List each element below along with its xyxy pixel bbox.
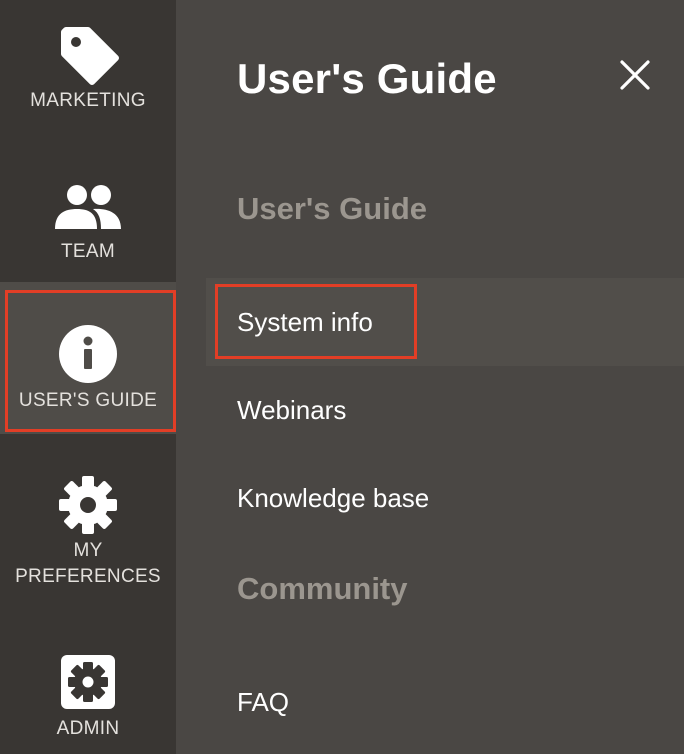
- gear-icon: [57, 474, 119, 536]
- menu-item-system-info[interactable]: System info: [206, 278, 684, 366]
- sidebar-item-label: MARKETING: [30, 90, 146, 111]
- team-icon: [53, 183, 123, 231]
- menu-item-label: Knowledge base: [237, 482, 430, 513]
- menu-item-label: FAQ: [237, 686, 290, 717]
- close-button[interactable]: [618, 58, 652, 92]
- menu-item-webinars[interactable]: Webinars: [206, 366, 684, 454]
- sidebar-item-label: USER'S GUIDE: [18, 390, 158, 411]
- sidebar-item-team[interactable]: TEAM: [0, 150, 176, 282]
- close-icon: [620, 60, 650, 90]
- sidebar-item-label: TEAM: [61, 241, 115, 262]
- menu-item-faq[interactable]: FAQ: [206, 658, 684, 746]
- sidebar-item-label-line2: PREFERENCES: [15, 566, 161, 587]
- users-guide-panel: User's Guide User's Guide System info We…: [176, 0, 684, 754]
- sidebar-item-marketing[interactable]: MARKETING: [0, 0, 176, 150]
- panel-title: User's Guide: [237, 55, 497, 102]
- admin-gear-icon: [60, 654, 116, 710]
- menu-item-knowledge-base[interactable]: Knowledge base: [206, 454, 684, 542]
- menu-item-label: System info: [237, 306, 373, 337]
- info-icon: [58, 324, 118, 384]
- sidebar-item-my-preferences[interactable]: MY PREFERENCES: [0, 434, 176, 606]
- sidebar-item-label: ADMIN: [56, 718, 120, 739]
- sidebar-item-users-guide[interactable]: USER'S GUIDE: [0, 282, 176, 434]
- menu-item-label: Webinars: [237, 394, 347, 425]
- section-heading-community: Community: [237, 571, 408, 606]
- tag-icon: [56, 26, 120, 86]
- app-window: MARKETING TEAM USER'S GUIDE MY PREFERENC…: [0, 0, 684, 754]
- sidebar-item-admin[interactable]: ADMIN: [0, 606, 176, 754]
- sidebar-rail: MARKETING TEAM USER'S GUIDE MY PREFERENC…: [0, 0, 176, 754]
- section-heading-users-guide: User's Guide: [237, 191, 427, 226]
- sidebar-item-label-line1: MY: [73, 540, 103, 561]
